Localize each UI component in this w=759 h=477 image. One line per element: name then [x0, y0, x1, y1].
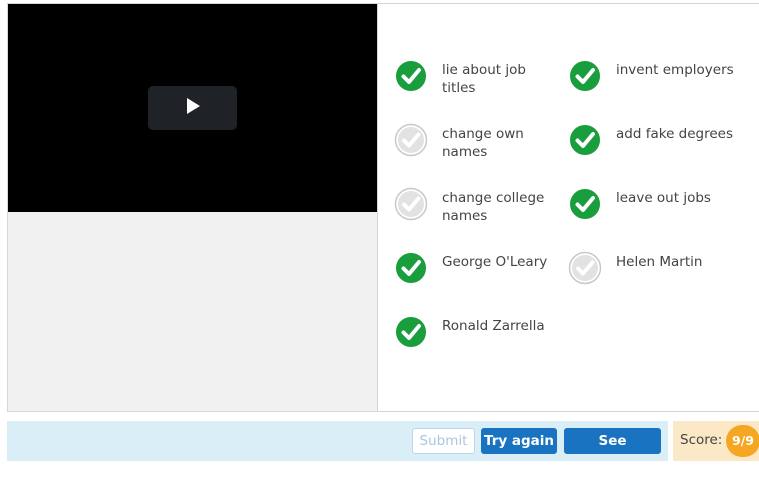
quiz-panel: lie about job titles invent employers ch… [7, 3, 759, 412]
play-icon [186, 98, 200, 118]
check-icon [568, 187, 602, 221]
option-label: invent employers [616, 62, 734, 78]
option-label: change own names [442, 126, 524, 160]
answer-options: lie about job titles invent employers ch… [394, 4, 759, 411]
option-item[interactable]: leave out jobs [568, 187, 738, 243]
option-label: leave out jobs [616, 190, 711, 206]
option-label: add fake degrees [616, 126, 734, 142]
check-icon [568, 123, 602, 157]
option-item[interactable]: change college names [394, 187, 564, 243]
option-item[interactable]: change own names [394, 123, 564, 179]
try-again-button[interactable]: Try again [481, 428, 557, 454]
check-icon [394, 315, 428, 349]
option-item[interactable]: George O'Leary [394, 251, 564, 307]
check-icon [568, 59, 602, 93]
option-item[interactable]: Ronald Zarrella [394, 315, 564, 371]
option-label: Ronald Zarrella [442, 318, 545, 334]
option-item[interactable]: lie about job titles [394, 59, 564, 115]
see-answers-button[interactable]: See answers [564, 428, 661, 473]
check-icon [394, 251, 428, 285]
check-icon [568, 251, 602, 285]
check-icon [394, 187, 428, 221]
video-player[interactable] [8, 4, 377, 212]
score-badge: 9/9 [726, 425, 759, 457]
media-pane [8, 4, 378, 411]
option-label: lie about job titles [442, 62, 526, 96]
option-label: Helen Martin [616, 254, 703, 270]
option-item[interactable]: Helen Martin [568, 251, 738, 307]
option-item[interactable]: invent employers [568, 59, 738, 115]
check-icon [394, 123, 428, 157]
action-bar: Submit Try again See answers [7, 421, 668, 473]
option-label: change college names [442, 190, 545, 224]
check-icon [394, 59, 428, 93]
score-label: Score: [680, 432, 723, 448]
score-box: Score: 9/9 [673, 421, 759, 461]
option-label: George O'Leary [442, 254, 548, 270]
submit-button[interactable]: Submit [412, 428, 475, 454]
play-button[interactable] [148, 86, 237, 130]
option-item[interactable]: add fake degrees [568, 123, 738, 179]
